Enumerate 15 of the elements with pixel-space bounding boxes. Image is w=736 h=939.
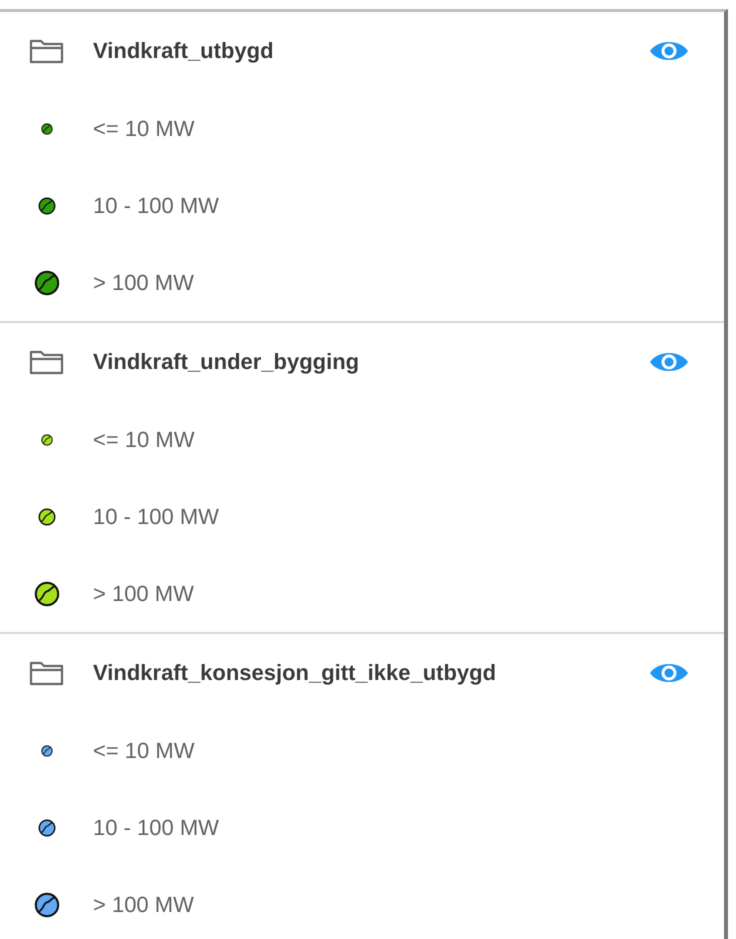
legend-label: > 100 MW bbox=[93, 892, 194, 918]
legend-label: 10 - 100 MW bbox=[93, 814, 219, 840]
layer-title: Vindkraft_konsesjon_gitt_ikke_utbygd bbox=[93, 660, 498, 686]
legend-label: > 100 MW bbox=[93, 580, 194, 606]
legend-label: > 100 MW bbox=[93, 270, 194, 296]
folder-icon bbox=[28, 659, 66, 687]
folder-icon bbox=[28, 348, 66, 376]
layer-title: Vindkraft_utbygd bbox=[93, 38, 275, 64]
folder-icon bbox=[28, 37, 66, 65]
legend-label: <= 10 MW bbox=[93, 116, 194, 142]
legend-label: 10 - 100 MW bbox=[93, 504, 219, 530]
legend-label: <= 10 MW bbox=[93, 426, 194, 452]
legend-label: <= 10 MW bbox=[93, 738, 194, 764]
legend-label: 10 - 100 MW bbox=[93, 192, 219, 218]
layer-title: Vindkraft_under_bygging bbox=[93, 349, 360, 375]
